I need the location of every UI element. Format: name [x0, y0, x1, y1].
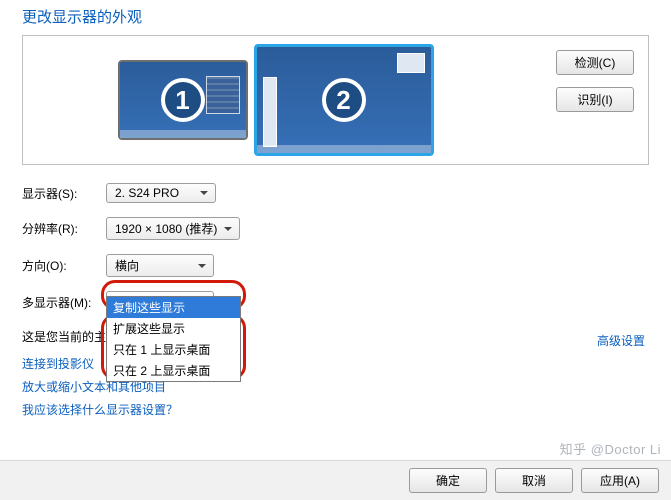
multi-display-dropdown-list[interactable]: 复制这些显示 扩展这些显示 只在 1 上显示桌面 只在 2 上显示桌面 — [106, 296, 241, 382]
identify-button[interactable]: 识别(I) — [556, 87, 634, 112]
display-label: 显示器(S): — [22, 185, 106, 202]
monitor-1[interactable]: 1 — [118, 60, 248, 140]
monitor-2-badge: 2 — [322, 78, 366, 122]
which-settings-link[interactable]: 我应该选择什么显示器设置？ — [22, 401, 671, 418]
monitor-1-taskbar — [120, 130, 246, 138]
monitors-area[interactable]: 1 2 — [23, 36, 528, 164]
orientation-dropdown[interactable]: 横向 — [106, 254, 214, 277]
advanced-settings-link[interactable]: 高级设置 — [597, 332, 645, 349]
cancel-button[interactable]: 取消 — [495, 468, 573, 493]
watermark-text: 知乎 @Doctor Li — [560, 439, 661, 458]
display-dropdown[interactable]: 2. S24 PRO — [106, 183, 216, 203]
ok-button[interactable]: 确定 — [409, 468, 487, 493]
multi-option-duplicate[interactable]: 复制这些显示 — [107, 297, 240, 318]
orientation-label: 方向(O): — [22, 257, 106, 274]
monitor-1-badge: 1 — [161, 78, 205, 122]
detect-button[interactable]: 检测(C) — [556, 50, 634, 75]
multi-option-only-2[interactable]: 只在 2 上显示桌面 — [107, 360, 240, 381]
monitor-1-pattern — [206, 76, 240, 114]
multi-option-extend[interactable]: 扩展这些显示 — [107, 318, 240, 339]
monitor-2-thumb — [397, 53, 425, 73]
apply-button[interactable]: 应用(A) — [581, 468, 659, 493]
monitor-2[interactable]: 2 — [254, 44, 434, 156]
resolution-dropdown[interactable]: 1920 × 1080 (推荐) — [106, 217, 240, 240]
page-title: 更改显示器的外观 — [0, 0, 671, 35]
dialog-button-bar: 确定 取消 应用(A) — [0, 460, 671, 500]
monitor-2-taskbar — [257, 145, 431, 153]
resolution-label: 分辨率(R): — [22, 220, 106, 237]
multi-display-label: 多显示器(M): — [22, 294, 106, 311]
monitor-2-side — [263, 77, 277, 147]
multi-option-only-1[interactable]: 只在 1 上显示桌面 — [107, 339, 240, 360]
monitor-arrangement-panel: 1 2 检测(C) 识别(I) — [22, 35, 649, 165]
